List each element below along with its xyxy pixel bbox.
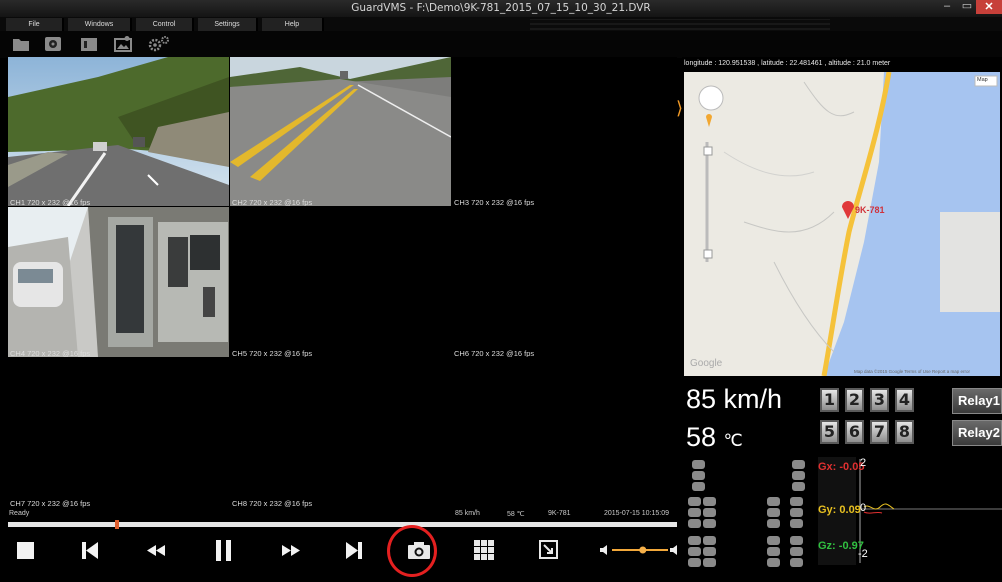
status-ready: Ready bbox=[9, 510, 30, 517]
menu-settings[interactable]: Settings bbox=[198, 18, 258, 31]
map-footer: Map data ©2015 Google Terms of Use Repor… bbox=[854, 369, 971, 374]
channel-button-3[interactable]: 3 bbox=[870, 388, 889, 412]
menu-windows[interactable]: Windows bbox=[68, 18, 132, 31]
snapshot-highlight bbox=[387, 525, 437, 577]
panel-collapse-arrow[interactable]: ⟩ bbox=[676, 95, 684, 121]
menu-help[interactable]: Help bbox=[262, 18, 324, 31]
map-type-button[interactable]: Map bbox=[977, 77, 988, 83]
channel-8-label: CH8 720 x 232 @16 fps bbox=[232, 499, 313, 508]
status-temp: 58 ℃ bbox=[507, 511, 525, 518]
pause-icon[interactable] bbox=[210, 536, 238, 564]
g-scale-bottom: -2 bbox=[858, 548, 868, 560]
gy-value: Gy: 0.09 bbox=[818, 504, 861, 516]
playback-timeline[interactable] bbox=[8, 520, 677, 529]
g-scale-top: 2 bbox=[860, 457, 867, 469]
menu-control[interactable]: Control bbox=[136, 18, 194, 31]
channel-6-video[interactable]: CH6 720 x 232 @16 fps bbox=[452, 207, 677, 357]
channel-button-4[interactable]: 4 bbox=[895, 388, 914, 412]
menu-file[interactable]: File bbox=[6, 18, 64, 31]
channel-7-label: CH7 720 x 232 @16 fps bbox=[10, 499, 91, 508]
map-view[interactable]: 9K-781 Map Map data ©2015 Google Terms o… bbox=[684, 72, 1000, 376]
gps-coordinates: longitude : 120.951538 , latitude : 22.4… bbox=[684, 60, 891, 67]
channel-2-video[interactable]: CH2 720 x 232 @16 fps bbox=[230, 57, 451, 206]
status-speed: 85 km/h bbox=[455, 510, 480, 517]
guardvms-window: GuardVMS - F:\Demo\9K-781_2015_07_15_10_… bbox=[0, 0, 1002, 582]
vehicle-label: 9K-781 bbox=[855, 205, 885, 215]
channel-1-video[interactable]: CH1 720 x 232 @16 fps bbox=[8, 57, 229, 206]
google-logo: Google bbox=[690, 358, 723, 369]
channel-7-video[interactable]: CH7 720 x 232 @16 fps bbox=[8, 358, 229, 508]
channel-button-7[interactable]: 7 bbox=[870, 420, 889, 444]
timeline-marker[interactable] bbox=[115, 520, 120, 529]
image-map-icon[interactable] bbox=[114, 36, 132, 52]
volume-slider[interactable] bbox=[600, 543, 680, 557]
channel-button-8[interactable]: 8 bbox=[895, 420, 914, 444]
channel-8-video[interactable]: CH8 720 x 232 @16 fps bbox=[230, 358, 451, 508]
minimize-button[interactable]: – bbox=[936, 0, 958, 14]
channel-3-label: CH3 720 x 232 @16 fps bbox=[454, 198, 535, 206]
channel-6-label: CH6 720 x 232 @16 fps bbox=[454, 349, 535, 357]
fast-forward-icon[interactable] bbox=[276, 536, 304, 564]
temperature-value: 58 bbox=[686, 422, 717, 452]
status-plate: 9K-781 bbox=[548, 510, 571, 517]
rewind-icon[interactable] bbox=[143, 536, 171, 564]
title-bar: GuardVMS - F:\Demo\9K-781_2015_07_15_10_… bbox=[0, 0, 1002, 17]
gz-value: Gz: -0.97 bbox=[818, 540, 864, 552]
relay-1-button[interactable]: Relay1 bbox=[952, 388, 1002, 414]
channel-4-video[interactable]: CH4 720 x 232 @16 fps bbox=[8, 207, 229, 357]
settings-gears-icon[interactable] bbox=[148, 36, 170, 52]
temperature-readout: 58 ℃ bbox=[686, 422, 743, 453]
channel-button-1[interactable]: 1 bbox=[820, 388, 839, 412]
window-title: GuardVMS - F:\Demo\9K-781_2015_07_15_10_… bbox=[351, 2, 651, 14]
speed-readout: 85 km/h bbox=[686, 384, 783, 414]
playback-controls bbox=[0, 530, 680, 574]
skip-forward-icon[interactable] bbox=[340, 536, 368, 564]
disk-search-icon[interactable] bbox=[44, 36, 62, 52]
gx-value: Gx: -0.05 bbox=[818, 461, 865, 473]
channel-1-label: CH1 720 x 232 @16 fps bbox=[10, 198, 91, 206]
maximize-button[interactable]: ▭ bbox=[958, 0, 976, 14]
stop-icon[interactable] bbox=[12, 536, 40, 564]
relay-2-button[interactable]: Relay2 bbox=[952, 420, 1002, 446]
channel-3-video[interactable]: CH3 720 x 232 @16 fps bbox=[452, 57, 677, 206]
menu-bar: File Windows Control Settings Help bbox=[0, 17, 1002, 31]
channel-button-5[interactable]: 5 bbox=[820, 420, 839, 444]
channel-button-2[interactable]: 2 bbox=[845, 388, 864, 412]
channel-5-video[interactable]: CH5 720 x 232 @16 fps bbox=[230, 207, 451, 357]
temperature-unit: ℃ bbox=[723, 431, 743, 450]
camera-folder-icon[interactable] bbox=[80, 36, 98, 52]
g-scale-mid: 0 bbox=[860, 502, 867, 514]
skip-back-icon[interactable] bbox=[76, 536, 104, 564]
video-grid: CH1 720 x 232 @16 fps CH2 720 x 232 @16 … bbox=[8, 57, 677, 511]
grid-layout-icon[interactable] bbox=[470, 536, 498, 564]
channel-5-label: CH5 720 x 232 @16 fps bbox=[232, 349, 313, 357]
channel-2-label: CH2 720 x 232 @16 fps bbox=[232, 198, 313, 206]
folder-icon[interactable] bbox=[12, 36, 30, 52]
channel-4-label: CH4 720 x 232 @16 fps bbox=[10, 349, 91, 357]
status-datetime: 2015-07-15 10:15:09 bbox=[604, 510, 669, 517]
screen-capture-icon[interactable] bbox=[535, 536, 563, 564]
channel-button-6[interactable]: 6 bbox=[845, 420, 864, 444]
close-button[interactable]: ✕ bbox=[976, 0, 1002, 14]
